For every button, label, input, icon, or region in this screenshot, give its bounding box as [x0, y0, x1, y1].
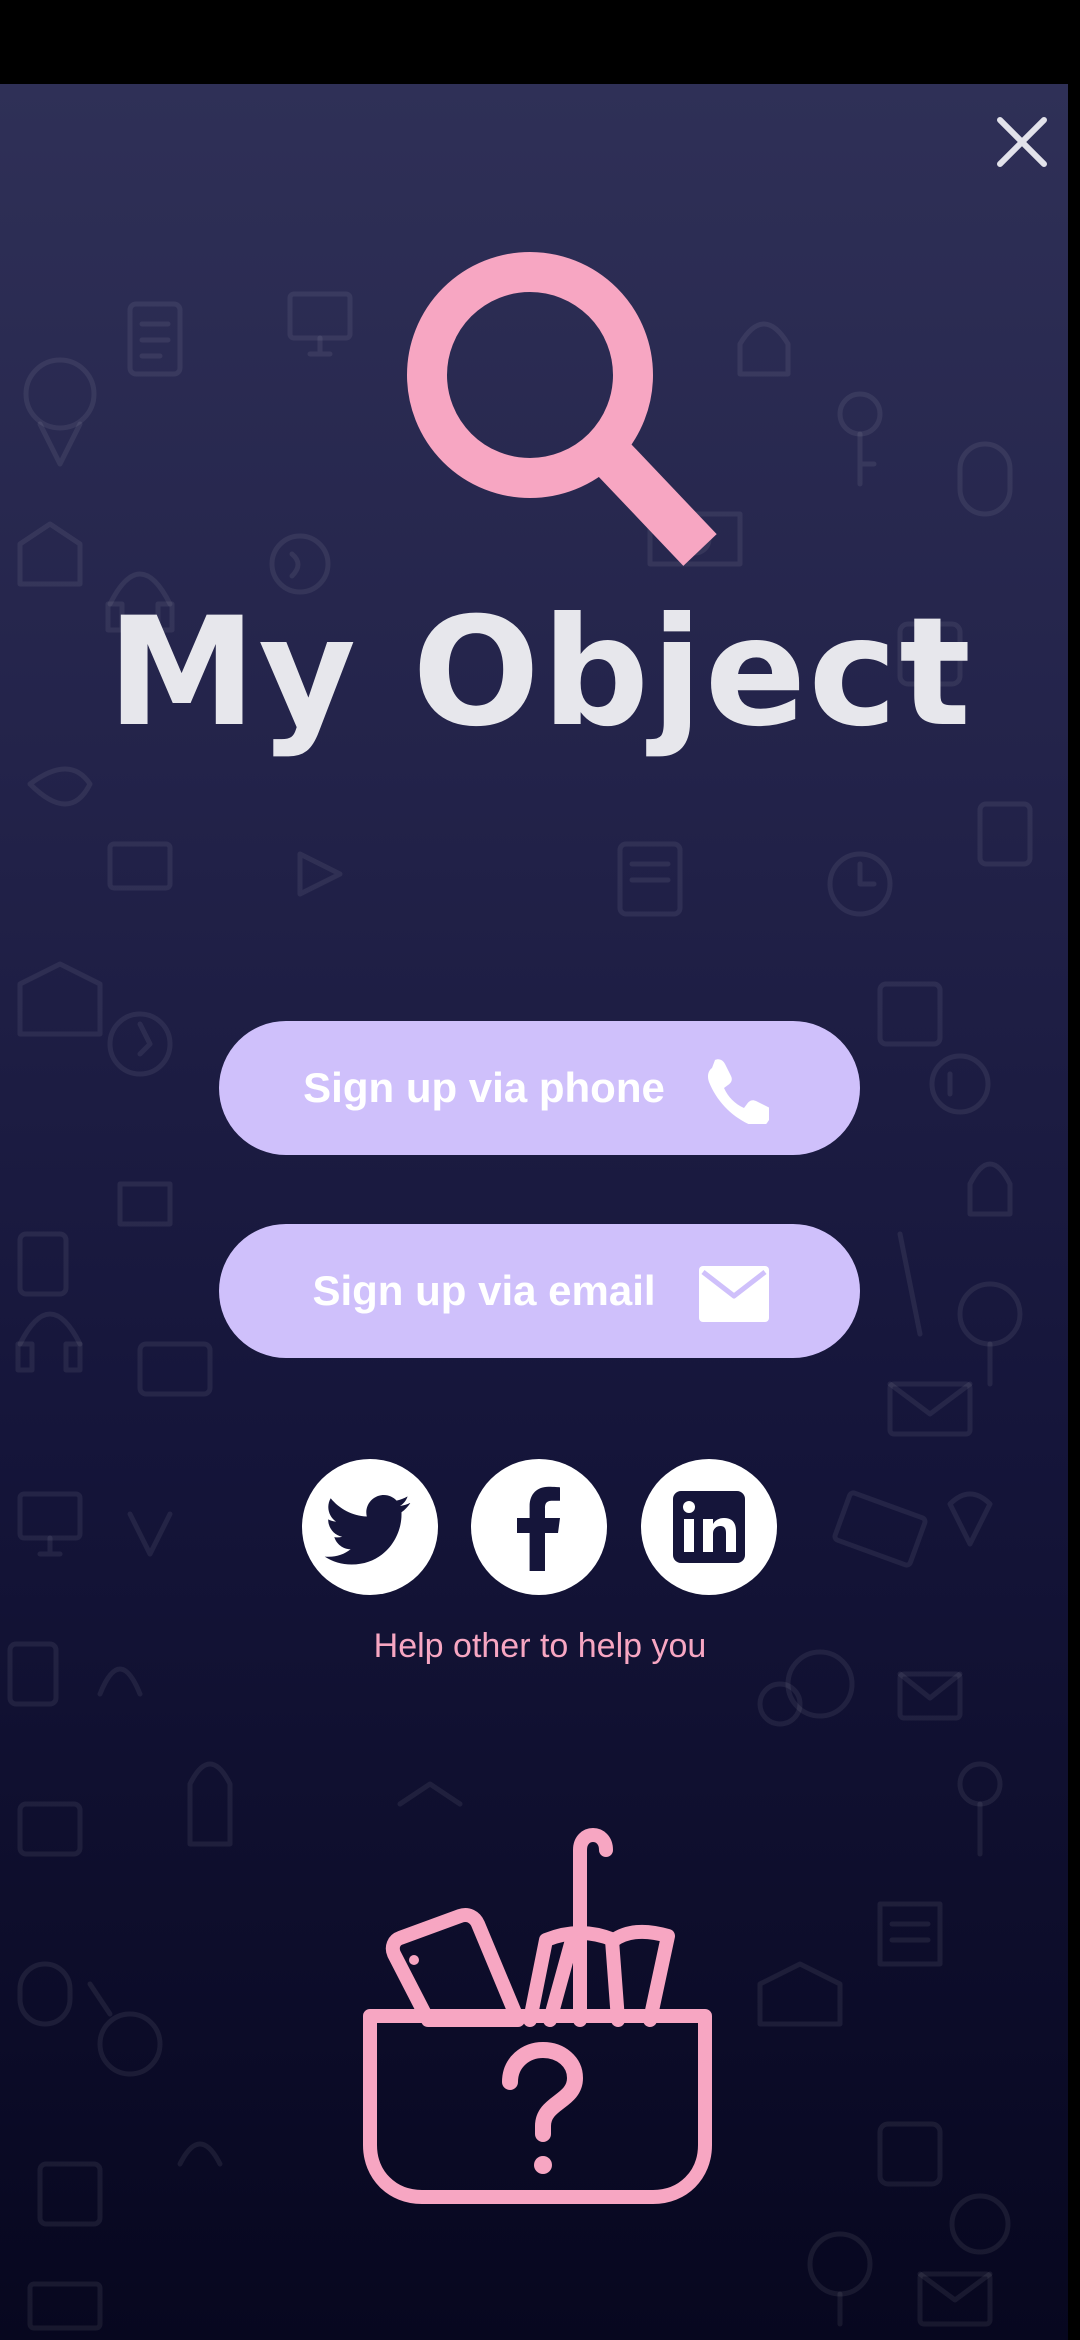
screen-edge	[1068, 84, 1080, 2340]
signup-email-label: Sign up via email	[312, 1267, 656, 1314]
close-button[interactable]	[990, 110, 1054, 174]
status-bar	[0, 0, 1080, 84]
tagline-text: Help other to help you	[373, 1627, 707, 1665]
twitter-button[interactable]	[302, 1459, 438, 1595]
linkedin-button[interactable]	[641, 1459, 777, 1595]
facebook-button[interactable]	[471, 1459, 607, 1595]
close-icon	[997, 117, 1047, 167]
facebook-icon	[517, 1486, 560, 1571]
magnifier-icon	[407, 252, 717, 566]
app-title: My Object	[107, 586, 973, 760]
twitter-icon	[324, 1495, 411, 1565]
signup-email-button[interactable]: Sign up via email	[219, 1224, 860, 1358]
linkedin-icon	[673, 1491, 745, 1563]
signup-phone-button[interactable]: Sign up via phone	[219, 1021, 860, 1155]
phone-icon	[708, 1059, 769, 1124]
basket-question-icon	[363, 1828, 712, 2204]
signup-phone-label: Sign up via phone	[303, 1064, 665, 1111]
envelope-icon	[699, 1266, 769, 1322]
